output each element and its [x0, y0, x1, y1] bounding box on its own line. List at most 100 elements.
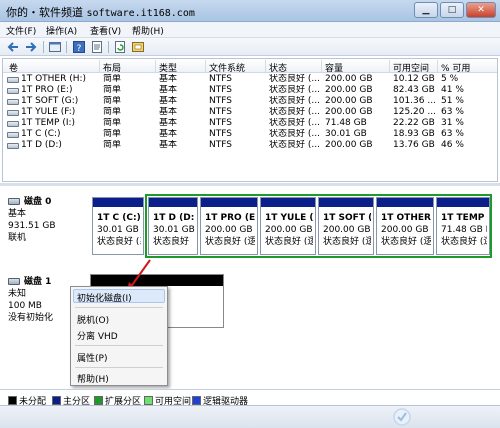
disk-0-status: 联机: [8, 233, 27, 243]
window-title: 你的・软件频道 software.it168.com: [6, 4, 195, 20]
cell-free-space: 125.20 ...: [393, 107, 436, 117]
cell-layout: 简单: [103, 129, 122, 139]
cell-volume: 1T SOFT (G:): [21, 96, 79, 106]
column-header-volume[interactable]: 卷: [9, 61, 18, 74]
partition-size: 30.01 GB: [97, 225, 139, 235]
table-row[interactable]: 1T D (D:) 简单 基本 NTFS 状态良好 (... 200.00 GB 13.76…: [3, 140, 497, 151]
volume-icon: [7, 121, 19, 127]
volume-icon: [7, 77, 19, 83]
column-header-filesystem[interactable]: 文件系统: [209, 61, 245, 74]
cell-layout: 简单: [103, 96, 122, 106]
column-divider[interactable]: [389, 60, 390, 72]
maximize-button[interactable]: □: [440, 2, 464, 18]
toolbar-separator: [108, 41, 109, 53]
cell-volume: 1T OTHER (H:): [21, 74, 87, 84]
column-divider[interactable]: [437, 60, 438, 72]
context-menu-separator: [75, 345, 163, 346]
legend-swatch: [8, 396, 17, 405]
cell-volume: 1T PRO (E:): [21, 85, 73, 95]
properties-menu-item[interactable]: 属性(P): [77, 351, 107, 364]
minimize-icon: ▁: [422, 5, 430, 15]
minimize-button[interactable]: ▁: [414, 2, 438, 18]
console-icon[interactable]: [48, 40, 62, 54]
disk-context-menu: 初始化磁盘(I) 脱机(O) 分离 VHD 属性(P) 帮助(H): [70, 286, 168, 386]
table-row[interactable]: 1T SOFT (G:) 简单 基本 NTFS 状态良好 (... 200.00 GB 10…: [3, 96, 497, 107]
close-button[interactable]: ✕: [466, 2, 496, 18]
menu-help[interactable]: 帮助(H): [132, 24, 164, 37]
cell-volume: 1T D (D:): [21, 140, 62, 150]
detach-vhd-menu-item[interactable]: 分离 VHD: [77, 329, 118, 342]
volume-icon: [7, 99, 19, 105]
cell-percent-free: 63 %: [441, 107, 464, 117]
cell-volume: 1T C (C:): [21, 129, 61, 139]
help-icon[interactable]: ?: [72, 40, 86, 54]
cell-capacity: 200.00 GB: [325, 85, 373, 95]
disk-0-size: 931.51 GB: [8, 221, 56, 231]
table-row[interactable]: 1T C (C:) 简单 基本 NTFS 状态良好 (... 30.01 GB 18.93 …: [3, 129, 497, 140]
cell-percent-free: 5 %: [441, 74, 459, 84]
cell-filesystem: NTFS: [209, 129, 232, 139]
offline-menu-item[interactable]: 脱机(O): [77, 313, 109, 326]
initialize-disk-menu-item[interactable]: 初始化磁盘(I): [77, 291, 132, 304]
legend-swatch: [94, 396, 103, 405]
logo-mark-icon: [393, 408, 411, 426]
column-header-capacity[interactable]: 容量: [325, 61, 343, 74]
legend-swatch: [192, 396, 201, 405]
cell-layout: 简单: [103, 107, 122, 117]
cell-free-space: 18.93 GB: [393, 129, 435, 139]
table-row[interactable]: 1T TEMP (I:) 简单 基本 NTFS 状态良好 (... 71.48 GB 22.…: [3, 118, 497, 129]
volume-list-header: 卷 布局 类型 文件系统 状态 容量 可用空间 % 可用: [3, 59, 497, 74]
cell-capacity: 200.00 GB: [325, 107, 373, 117]
column-header-layout[interactable]: 布局: [103, 61, 121, 74]
table-row[interactable]: 1T YULE (F:) 简单 基本 NTFS 状态良好 (... 200.00 GB 12…: [3, 107, 497, 118]
cell-capacity: 30.01 GB: [325, 129, 367, 139]
cell-type: 基本: [159, 96, 178, 106]
column-divider[interactable]: [99, 60, 100, 72]
volume-list: 卷 布局 类型 文件系统 状态 容量 可用空间 % 可用 1T OTHER (H…: [2, 58, 498, 182]
disk-icon: [8, 198, 20, 205]
cell-type: 基本: [159, 85, 178, 95]
column-divider[interactable]: [265, 60, 266, 72]
back-arrow-icon[interactable]: [6, 40, 20, 54]
properties-icon[interactable]: [90, 40, 104, 54]
column-header-status[interactable]: 状态: [269, 61, 287, 74]
disk-0-name: 磁盘 0: [24, 197, 52, 207]
cell-volume: 1T YULE (F:): [21, 107, 76, 117]
extended-partition-frame: [145, 194, 492, 258]
refresh-icon[interactable]: [113, 40, 127, 54]
disk-0-partitions: 1T C (C:)30.01 GB状态良好 (系1T D (D:)30.01 G…: [90, 194, 492, 258]
site-logo-watermark: [390, 405, 500, 428]
partition-type-bar: [93, 198, 143, 207]
menu-file[interactable]: 文件(F): [6, 24, 36, 37]
volume-icon: [7, 110, 19, 116]
table-row[interactable]: 1T OTHER (H:) 简单 基本 NTFS 状态良好 (... 200.00 GB 1…: [3, 74, 497, 85]
menu-view[interactable]: 查看(V): [90, 24, 121, 37]
cell-type: 基本: [159, 140, 178, 150]
partition-status: 状态良好 (系: [97, 237, 141, 247]
column-divider[interactable]: [155, 60, 156, 72]
menu-action[interactable]: 操作(A): [46, 24, 77, 37]
column-divider[interactable]: [205, 60, 206, 72]
help-menu-item[interactable]: 帮助(H): [77, 372, 109, 385]
column-divider[interactable]: [321, 60, 322, 72]
disk-0-label[interactable]: 磁盘 0 基本 931.51 GB 联机: [8, 196, 88, 244]
cell-type: 基本: [159, 129, 178, 139]
volume-icon: [7, 132, 19, 138]
cell-volume: 1T TEMP (I:): [21, 118, 76, 128]
table-row[interactable]: 1T PRO (E:) 简单 基本 NTFS 状态良好 (... 200.00 GB 82.…: [3, 85, 497, 96]
cell-capacity: 200.00 GB: [325, 96, 373, 106]
export-icon[interactable]: [131, 40, 145, 54]
column-header-type[interactable]: 类型: [159, 61, 177, 74]
cell-status: 状态良好 (...: [269, 129, 319, 139]
cell-free-space: 22.22 GB: [393, 118, 435, 128]
column-header-free-space[interactable]: 可用空间: [393, 61, 429, 74]
legend-swatch: [144, 396, 153, 405]
toolbar-separator: [43, 41, 44, 53]
partition-1[interactable]: 1T C (C:) 30.01 GB 状态良好 (系: [92, 197, 144, 255]
column-header-percent-free[interactable]: % 可用: [441, 61, 470, 74]
cell-filesystem: NTFS: [209, 118, 232, 128]
cell-status: 状态良好 (...: [269, 96, 319, 106]
cell-status: 状态良好 (...: [269, 140, 319, 150]
disk-0-type: 基本: [8, 209, 27, 219]
forward-arrow-icon[interactable]: [24, 40, 38, 54]
